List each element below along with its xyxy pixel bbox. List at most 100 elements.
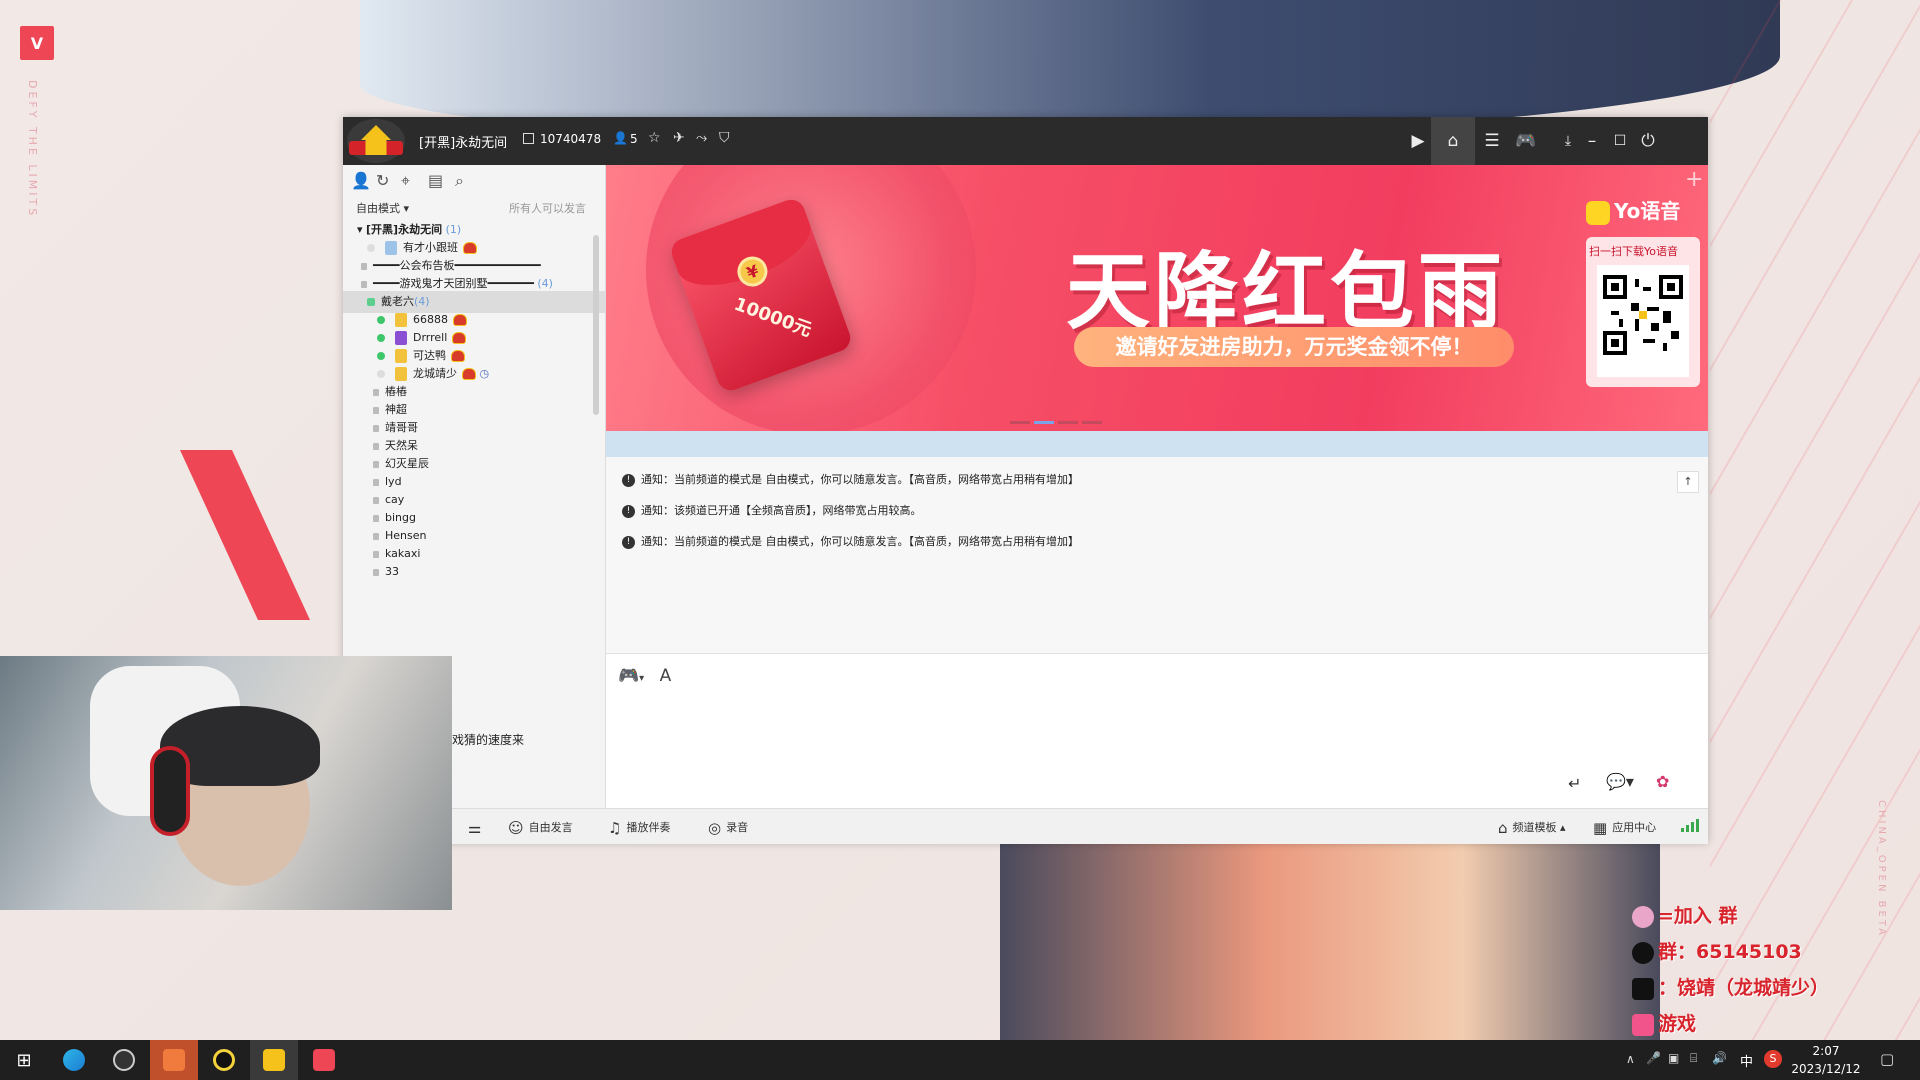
play-music-label: 播放伴奏 (626, 821, 671, 834)
refresh-icon[interactable]: ↻ (376, 171, 389, 190)
record-button[interactable]: ◎ 录音 (708, 819, 748, 837)
qr-code (1597, 265, 1689, 377)
alert-icon: ! (622, 535, 635, 549)
flower-icon[interactable]: ✿ (1656, 772, 1669, 791)
notification-icon[interactable]: ▢ (1880, 1050, 1894, 1068)
lock-icon (361, 262, 367, 270)
permission-label: 所有人可以发言 (509, 202, 586, 215)
channel-template-button[interactable]: ⌂ 频道模板 ▴ (1498, 819, 1566, 837)
online-count: 5 (630, 132, 638, 146)
user-icon[interactable]: 👤 (351, 171, 371, 190)
list-icon[interactable]: ☰ (1475, 125, 1509, 157)
volume-icon[interactable]: 🔊 (1712, 1051, 1727, 1065)
desktop-side-text-right: CHINA_OPEN BETA (1876, 800, 1887, 939)
plane-icon[interactable]: ✈ (673, 130, 685, 146)
mode-dropdown[interactable]: 自由模式 ▾ (356, 200, 409, 216)
start-button[interactable]: ⊞ (0, 1040, 48, 1080)
member-icon (385, 241, 397, 255)
member-icon (395, 367, 407, 381)
emoji-icon[interactable]: 🎮 (618, 666, 639, 686)
star-icon[interactable]: ☆ (648, 130, 661, 146)
taskbar-obs[interactable] (100, 1040, 148, 1080)
tree-count: (1) (445, 223, 462, 236)
taskbar-app-circle[interactable] (200, 1040, 248, 1080)
taskbar-valorant[interactable] (300, 1040, 348, 1080)
location-icon[interactable]: ⌖ (401, 171, 410, 191)
channel-template-label: 频道模板 (1512, 821, 1557, 834)
badge-icon (1632, 905, 1654, 928)
power-icon[interactable]: ⏻ (1631, 125, 1665, 157)
app-center-button[interactable]: ▦ 应用中心 (1593, 819, 1656, 837)
notes-icon[interactable]: ▤ (428, 171, 443, 190)
chat-input-area[interactable]: 🎮▾ A ↵ 💬▾ ✿ (606, 653, 1708, 809)
social-row: =加入 群 (1632, 898, 1829, 934)
banner-pager-dot[interactable] (1082, 421, 1102, 424)
lock-icon (361, 280, 367, 288)
tree-label: 33 (385, 565, 399, 578)
chat-bubble-icon[interactable]: 💬▾ (1606, 772, 1634, 791)
clock-icon: ◷ (479, 367, 490, 380)
qr-label: 扫一扫下载Yo语音 (1589, 245, 1678, 258)
message-text: 通知：该频道已开通【全频高音质】，网络带宽占用较高。 (641, 504, 922, 517)
bilibili-icon (1632, 1013, 1654, 1036)
gamepad-icon[interactable]: 🎮 (1509, 125, 1543, 157)
free-speak-label: 自由发言 (528, 821, 573, 834)
chevron-down-icon[interactable]: ▾ (639, 673, 644, 684)
app-icon (213, 1049, 235, 1071)
clock-date[interactable]: 2023/12/12 (1786, 1062, 1866, 1076)
shield-icon[interactable]: ⛉ (719, 130, 730, 146)
taskbar-edge[interactable] (50, 1040, 98, 1080)
tree-subchannel[interactable]: 33 (343, 561, 623, 583)
vip-badge-icon (463, 242, 477, 254)
signal-icon (1681, 819, 1699, 832)
record-icon: ◎ (708, 819, 722, 837)
search-icon[interactable]: ⌕ (455, 171, 464, 191)
video-icon[interactable]: ▶ (1401, 125, 1435, 157)
tree-label: kakaxi (385, 547, 421, 560)
tree-label: lyd (385, 475, 402, 488)
lock-icon (373, 514, 379, 522)
ime-indicator[interactable]: 中 (1740, 1051, 1753, 1070)
tree-label: 天然呆 (385, 439, 418, 452)
sogou-icon[interactable]: S (1764, 1050, 1782, 1068)
share-icon[interactable]: ⤳ (696, 130, 707, 146)
taskbar-yy[interactable] (250, 1040, 298, 1080)
free-speak-button[interactable]: ☺ 自由发言 (508, 819, 573, 837)
clock-time[interactable]: 2:07 (1786, 1044, 1866, 1058)
promo-banner[interactable]: ¥ 10000元 天降红包雨 邀请好友进房助力，万元奖金领不停！ Yo语音 扫一… (606, 165, 1708, 431)
banner-pager-dot[interactable] (1058, 421, 1078, 424)
home-icon[interactable]: ⌂ (1431, 117, 1475, 165)
chevron-up-icon[interactable]: ∧ (1626, 1052, 1635, 1066)
enter-icon[interactable]: ↵ (1568, 774, 1581, 793)
plus-icon[interactable]: + (1685, 167, 1703, 192)
social-row: 游戏 (1632, 1006, 1829, 1042)
lock-icon (373, 442, 379, 450)
title-bar: [开黑]永劫无间 10740478 👤 5 ☆ ✈ ⤳ ⛉ ▶ ⌂ ☰ 🎮 ⤓ … (343, 117, 1708, 165)
lock-icon (373, 406, 379, 414)
system-message: ! 通知：当前频道的模式是 自由模式，你可以随意发言。【高音质，网络带宽占用稍有增… (622, 471, 1079, 487)
display-icon[interactable]: ▣ (1668, 1051, 1679, 1065)
vip-badge-icon (451, 350, 465, 362)
tree-label: 幻灭星辰 (385, 457, 429, 470)
play-music-button[interactable]: ♫ 播放伴奏 (608, 819, 670, 837)
tree-count: (4) (414, 295, 430, 308)
qq-icon (1632, 941, 1654, 964)
offline-dot (377, 370, 385, 378)
mic-icon[interactable]: 🎤 (1646, 1051, 1661, 1065)
lock-icon (373, 496, 379, 504)
qr-card[interactable]: 扫一扫下载Yo语音 (1586, 237, 1700, 387)
channel-logo[interactable] (347, 119, 405, 163)
banner-pager-dot[interactable] (1010, 421, 1030, 424)
scroll-top-button[interactable]: ↑ (1677, 471, 1699, 493)
lock-icon (373, 424, 379, 432)
wallpaper-red-shape (180, 450, 310, 620)
font-style-icon[interactable]: A (660, 666, 672, 686)
vip-badge-icon (452, 332, 467, 344)
equalizer-icon[interactable]: ⚌ (468, 819, 486, 837)
taskbar-app-orange[interactable] (150, 1040, 198, 1080)
sidebar-scrollbar[interactable] (593, 235, 599, 415)
edge-icon (63, 1049, 85, 1071)
banner-pager-dot-active[interactable] (1034, 421, 1054, 424)
network-icon[interactable]: ⌸ (1690, 1051, 1697, 1066)
member-icon (395, 331, 407, 345)
